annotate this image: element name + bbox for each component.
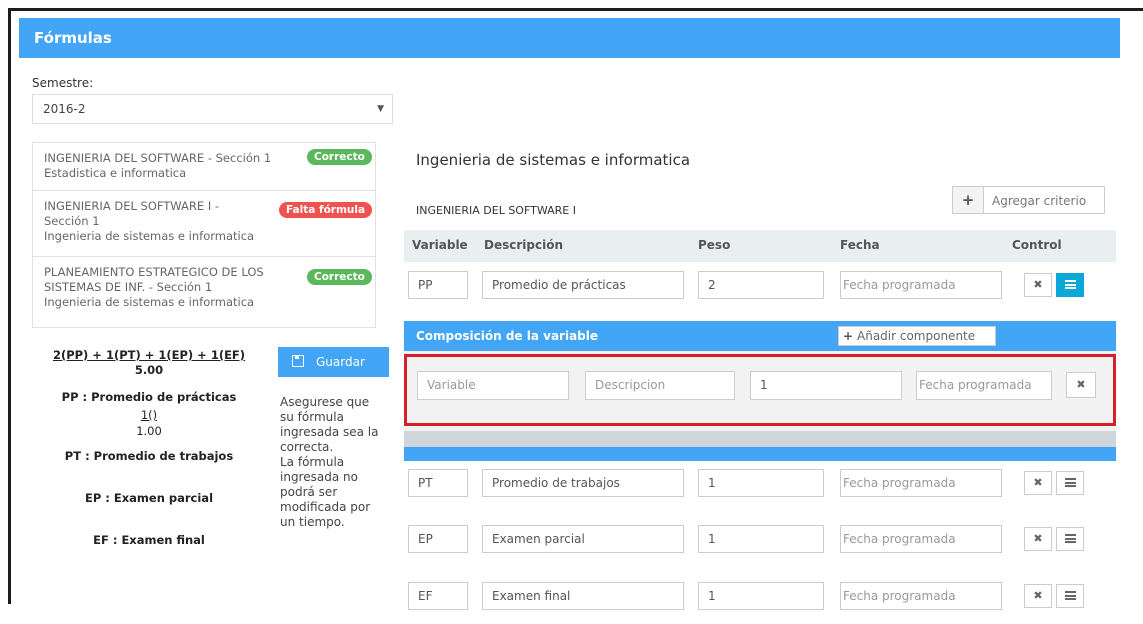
semester-label: Semestre:	[32, 76, 94, 90]
description-input[interactable]: Examen final	[482, 582, 684, 610]
separator-band	[404, 431, 1116, 447]
highlight-box	[404, 354, 1116, 426]
ef-label: EF : Examen final	[93, 533, 205, 547]
table-row: PP Promedio de prácticas 2 Fecha program…	[404, 262, 1116, 312]
course-name: INGENIERIA DEL SOFTWARE - Sección 1 Estad…	[44, 151, 272, 180]
composition-title: Composición de la variable	[416, 329, 599, 343]
date-input[interactable]: Fecha programada	[840, 525, 1002, 553]
description-input[interactable]: Promedio de prácticas	[482, 271, 684, 299]
date-input[interactable]: Fecha programada	[840, 469, 1002, 497]
course-name: INGENIERIA DEL SOFTWARE I - Sección 1 Inge…	[44, 199, 255, 243]
plus-icon: +	[842, 329, 854, 343]
times-icon[interactable]: ✖	[1024, 273, 1052, 297]
semester-select[interactable]: 2016-2 ▼	[32, 94, 393, 124]
course-title: INGENIERIA DEL SOFTWARE I	[416, 204, 576, 217]
table-row: EP Examen parcial 1 Fecha programada ✖	[404, 517, 1116, 567]
plus-icon: +	[953, 187, 984, 213]
list-icon[interactable]	[1056, 584, 1084, 608]
list-icon[interactable]	[1056, 273, 1084, 297]
status-badge: Falta fórmula	[279, 202, 373, 218]
program-title: Ingenieria de sistemas e informatica	[416, 151, 691, 169]
variable-input[interactable]: PP	[408, 271, 468, 299]
course-item[interactable]: PLANEAMIENTO ESTRATEGICO DE LOS SISTEMAS …	[33, 257, 375, 329]
col-date: Fecha	[840, 238, 880, 252]
weight-input[interactable]: 1	[698, 469, 824, 497]
weight-input[interactable]: 1	[698, 525, 824, 553]
variable-input[interactable]: EF	[408, 582, 468, 610]
ep-label: EP : Examen parcial	[84, 491, 214, 505]
course-item[interactable]: INGENIERIA DEL SOFTWARE I - Sección 1 Inge…	[33, 191, 375, 257]
warning-note: Asegurese que su fórmula ingresada sea la c…	[280, 395, 379, 529]
course-item[interactable]: INGENIERIA DEL SOFTWARE - Sección 1 Estad…	[33, 143, 375, 191]
formula-expression: 2(PP) + 1(PT) + 1(EP) + 1(EF)	[52, 348, 246, 362]
panel-title: Fórmulas	[34, 29, 112, 47]
list-icon[interactable]	[1056, 471, 1084, 495]
composition-bar: Composición de la variable	[404, 321, 1116, 351]
weight-input[interactable]: 2	[698, 271, 824, 299]
status-badge: Correcto	[307, 269, 372, 285]
variable-input[interactable]: EP	[408, 525, 468, 553]
status-badge: Correcto	[307, 149, 372, 165]
date-input[interactable]: Fecha programada	[840, 271, 1002, 299]
floppy-icon	[292, 355, 304, 367]
col-variable: Variable	[412, 238, 468, 252]
date-input[interactable]: Fecha programada	[840, 582, 1002, 610]
col-weight: Peso	[698, 238, 731, 252]
col-control: Control	[1012, 238, 1062, 252]
course-name: PLANEAMIENTO ESTRATEGICO DE LOS SISTEMAS …	[44, 265, 264, 309]
add-criteria-button[interactable]: + Agregar criterio	[952, 186, 1105, 214]
times-icon[interactable]: ✖	[1024, 471, 1052, 495]
col-description: Descripción	[484, 238, 563, 252]
list-icon[interactable]	[1056, 527, 1084, 551]
formula-result: 5.00	[134, 363, 164, 377]
variable-input[interactable]: PT	[408, 469, 468, 497]
times-icon[interactable]: ✖	[1024, 584, 1052, 608]
description-input[interactable]: Promedio de trabajos	[482, 469, 684, 497]
times-icon[interactable]: ✖	[1024, 527, 1052, 551]
weight-input[interactable]: 1	[698, 582, 824, 610]
pp-expression: 1()	[140, 408, 158, 422]
pp-label: PP : Promedio de prácticas	[61, 390, 237, 404]
semester-value: 2016-2	[43, 102, 86, 116]
table-header: Variable Descripción Peso Fecha Control	[404, 230, 1116, 262]
add-component-button[interactable]: + Añadir componente	[838, 326, 996, 346]
caret-down-icon: ▼	[377, 104, 384, 114]
table-row: EF Examen final 1 Fecha programada ✖	[404, 574, 1116, 624]
table-row: PT Promedio de trabajos 1 Fecha programa…	[404, 461, 1116, 511]
course-list: INGENIERIA DEL SOFTWARE - Sección 1 Estad…	[32, 142, 376, 328]
pp-value: 1.00	[136, 424, 162, 438]
pt-label: PT : Promedio de trabajos	[64, 449, 234, 463]
description-input[interactable]: Examen parcial	[482, 525, 684, 553]
panel-header: Fórmulas	[19, 18, 1120, 58]
separator-band	[404, 447, 1116, 461]
save-button[interactable]: Guardar	[278, 347, 389, 377]
